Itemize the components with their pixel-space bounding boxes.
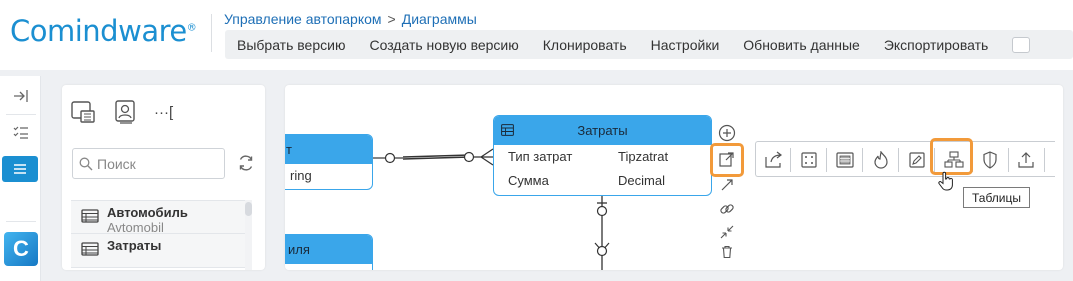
checklist-icon[interactable] [0,119,41,145]
breadcrumb-parent-link[interactable]: Управление автопарком [224,11,382,27]
refresh-icon[interactable] [236,153,256,173]
attribute-name: Тип затрат [508,149,573,164]
list-item-title: Автомобиль [107,205,188,220]
entity-left-header: т [285,135,372,164]
hand-cursor-icon [937,171,955,191]
toolbar-separator [826,148,827,172]
toolbar-separator [862,148,863,172]
diagram-canvas[interactable]: т ring Затраты Тип затрат Tipzatrat Сумм… [285,85,1063,270]
logo-part-2: mind [47,14,119,48]
select-version-button[interactable]: Выбрать версию [225,37,357,53]
list-item-subtitle: Avtomobil [107,220,164,235]
breadcrumb-separator: > [387,11,396,27]
table-icon [81,242,99,256]
table-icon [501,124,514,139]
scrollbar-thumb[interactable] [245,202,252,216]
logo-part-3: ware [118,14,187,48]
table-icon [81,209,99,223]
rail-divider [6,114,36,115]
entity-zatraty-title: Затраты [577,123,628,138]
edit-icon[interactable] [905,148,929,172]
highlight-tables-icon [930,138,973,175]
search-icon [79,157,93,171]
entity-left-row: ring [285,164,372,188]
toolbar-separator [1008,148,1009,172]
toolbar-separator [1044,148,1045,172]
toolbar-checkbox[interactable] [1012,36,1031,53]
shield-icon[interactable] [978,148,1002,172]
process-icon[interactable] [869,148,893,172]
create-new-version-button[interactable]: Создать новую версию [357,37,530,53]
add-circle-icon[interactable] [717,123,737,143]
export-button[interactable]: Экспортировать [872,37,1000,53]
upload-icon[interactable] [1014,148,1038,172]
comindware-logo[interactable]: Comindware® [10,14,197,48]
list-item-title: Затраты [107,238,162,253]
bracket-icon[interactable]: ···[ [154,99,180,125]
entity-actions-toolbar [755,141,1055,177]
diagram-toolbar: Выбрать версию Создать новую версию Клон… [225,30,1073,59]
side-panel: ···[ Автомобиль Avtomobil Затраты [62,85,265,270]
breadcrumb-current[interactable]: Диаграммы [402,11,477,27]
entity-list: Автомобиль Avtomobil Затраты [71,200,246,270]
app-tile[interactable]: C [4,232,38,266]
list-menu-icon[interactable] [2,156,38,182]
attribute-type: Decimal [618,173,665,188]
list-item[interactable]: Затраты [71,234,246,268]
logo-part-1: Co [10,14,48,48]
list-scrollbar[interactable] [245,200,252,270]
entity-left[interactable]: т ring [285,134,373,190]
delete-icon[interactable] [717,242,737,262]
rail-divider-2 [6,221,36,222]
toolbar-separator [898,148,899,172]
entity-bottom-header: иля [285,235,372,264]
collapse-icon[interactable] [0,83,41,109]
search-input[interactable] [97,155,217,172]
app-root: Comindware® Управление автопарком > Диаг… [0,0,1073,281]
entity-bottom-header-text: иля [288,242,310,257]
entity-attribute-row[interactable]: Сумма Decimal [494,169,711,193]
refresh-data-button[interactable]: Обновить данные [731,37,872,53]
search-box[interactable] [72,148,225,179]
top-header: Comindware® Управление автопарком > Диаг… [0,0,1073,70]
shrink-icon[interactable] [717,222,737,242]
entity-zatraty-header: Затраты [494,116,711,145]
entity-left-row-text: ring [290,168,312,183]
share-icon[interactable] [762,148,786,172]
header-divider [211,14,212,52]
entity-bottom[interactable]: иля [285,234,373,270]
entity-attribute-row[interactable]: Тип затрат Tipzatrat [494,145,711,169]
pin-arrow-icon[interactable] [717,175,737,195]
left-rail: C [0,76,41,281]
breadcrumb: Управление автопарком > Диаграммы [224,11,477,27]
template-icon[interactable] [70,99,96,125]
settings-button[interactable]: Настройки [639,37,732,53]
user-card-icon[interactable] [113,99,139,125]
logo-registered-mark: ® [186,22,197,34]
toolbar-separator [790,148,791,172]
link-icon[interactable] [717,199,737,219]
clone-button[interactable]: Клонировать [531,37,639,53]
attribute-name: Сумма [508,173,549,188]
form-icon[interactable] [833,148,857,172]
dice-icon[interactable] [797,148,821,172]
attribute-type: Tipzatrat [618,149,669,164]
highlight-open-icon [710,143,744,177]
tooltip: Таблицы [963,187,1031,208]
list-item[interactable]: Автомобиль Avtomobil [71,200,246,235]
entity-left-header-text: т [286,142,292,157]
entity-zatraty[interactable]: Затраты Тип затрат Tipzatrat Сумма Decim… [493,115,712,196]
